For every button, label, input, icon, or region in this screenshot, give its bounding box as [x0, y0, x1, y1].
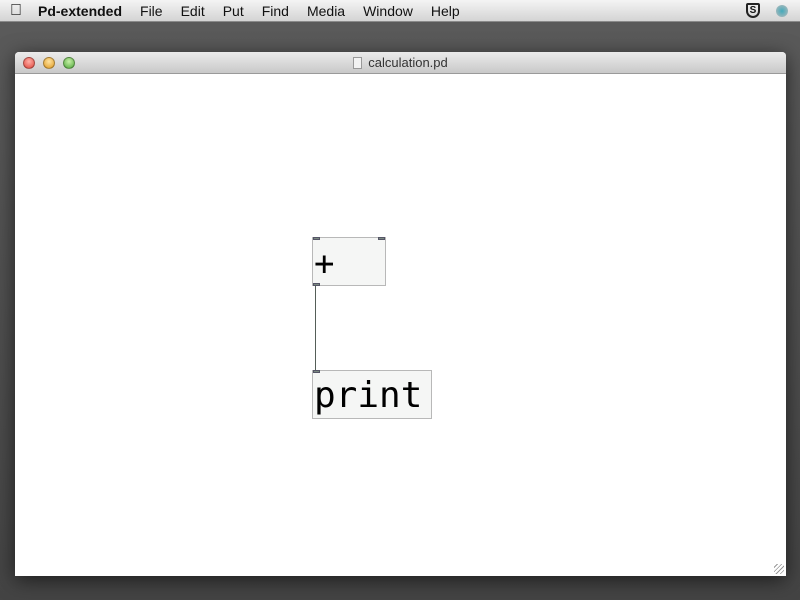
patch-window: calculation.pd + print — [15, 52, 786, 576]
connection-plus-to-print[interactable] — [315, 285, 316, 370]
inlet-right[interactable] — [378, 237, 385, 240]
object-text: print — [314, 375, 423, 416]
inlet-left[interactable] — [313, 237, 320, 240]
minimize-button[interactable] — [43, 57, 55, 69]
object-text: + — [314, 244, 335, 284]
close-button[interactable] — [23, 57, 35, 69]
menu-help[interactable]: Help — [422, 3, 469, 19]
menu-edit[interactable]: Edit — [172, 3, 214, 19]
resize-grip[interactable] — [774, 564, 784, 574]
menu-app-name[interactable]: Pd-extended — [28, 3, 131, 19]
menu-window[interactable]: Window — [354, 3, 422, 19]
menu-media[interactable]: Media — [298, 3, 354, 19]
menu-put[interactable]: Put — [214, 3, 253, 19]
window-title: calculation.pd — [368, 55, 448, 70]
inlet-left[interactable] — [313, 370, 320, 373]
apple-menu-icon[interactable]:  — [4, 2, 28, 20]
title-bar[interactable]: calculation.pd — [15, 52, 786, 74]
shield-s-icon[interactable]: S — [746, 3, 760, 18]
menu-bar:  Pd-extended File Edit Put Find Media W… — [0, 0, 800, 22]
zoom-button[interactable] — [63, 57, 75, 69]
object-print[interactable]: print — [312, 370, 432, 419]
menu-file[interactable]: File — [131, 3, 172, 19]
object-plus[interactable]: + — [312, 237, 386, 286]
menu-find[interactable]: Find — [253, 3, 298, 19]
pd-document-icon — [353, 57, 363, 69]
webcam-icon[interactable] — [776, 4, 788, 17]
